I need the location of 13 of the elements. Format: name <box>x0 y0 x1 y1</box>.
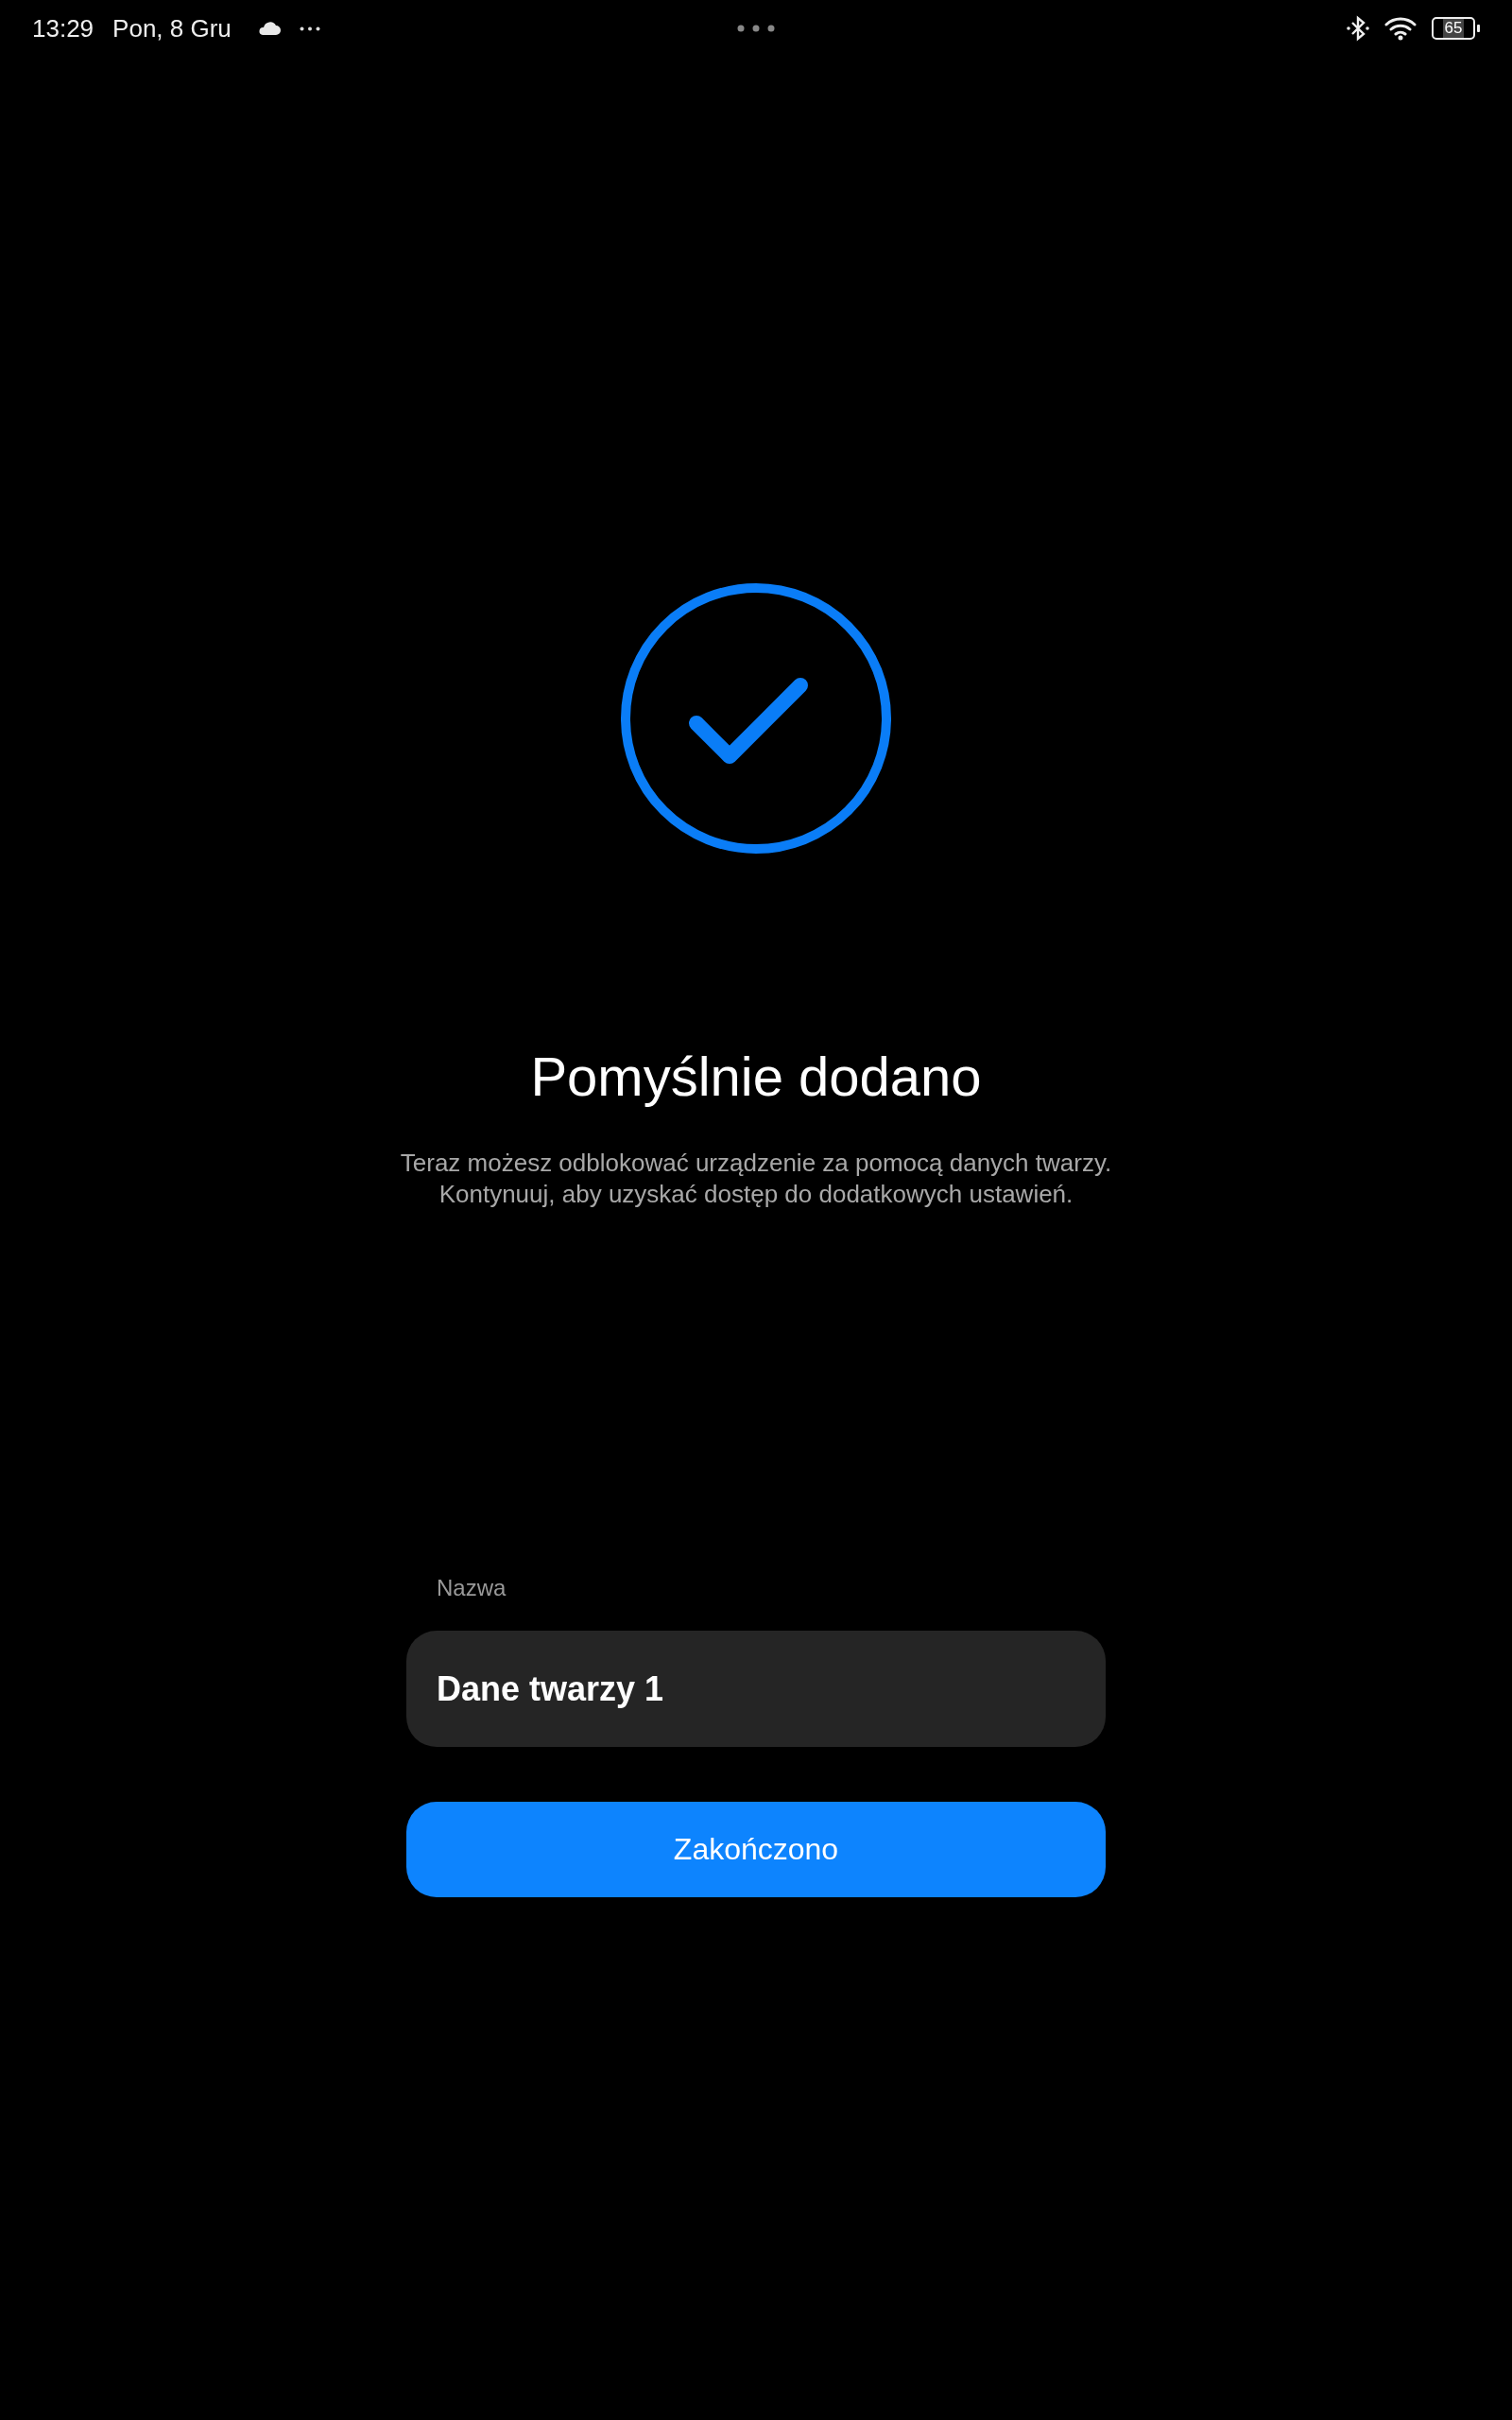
date: Pon, 8 Gru <box>112 13 232 43</box>
more-icon[interactable] <box>737 25 775 32</box>
name-field[interactable]: Dane twarzy 1 <box>406 1631 1106 1747</box>
field-label: Nazwa <box>437 1574 507 1602</box>
done-button[interactable]: Zakończono <box>406 1802 1106 1897</box>
more-icon <box>299 26 320 31</box>
description-text: Kontynuuj, aby uzyskać dostęp do dodatkowych ustawień. <box>438 1179 1074 1210</box>
wifi-icon <box>1384 16 1417 41</box>
description-text: Teraz możesz odblokować urządzenie za pomocą danych twarzy. <box>400 1148 1112 1179</box>
cloud-icon <box>257 22 281 35</box>
clock: 13:29 <box>32 13 94 43</box>
checkmark-icon <box>619 581 893 856</box>
bluetooth-icon <box>1347 15 1369 42</box>
